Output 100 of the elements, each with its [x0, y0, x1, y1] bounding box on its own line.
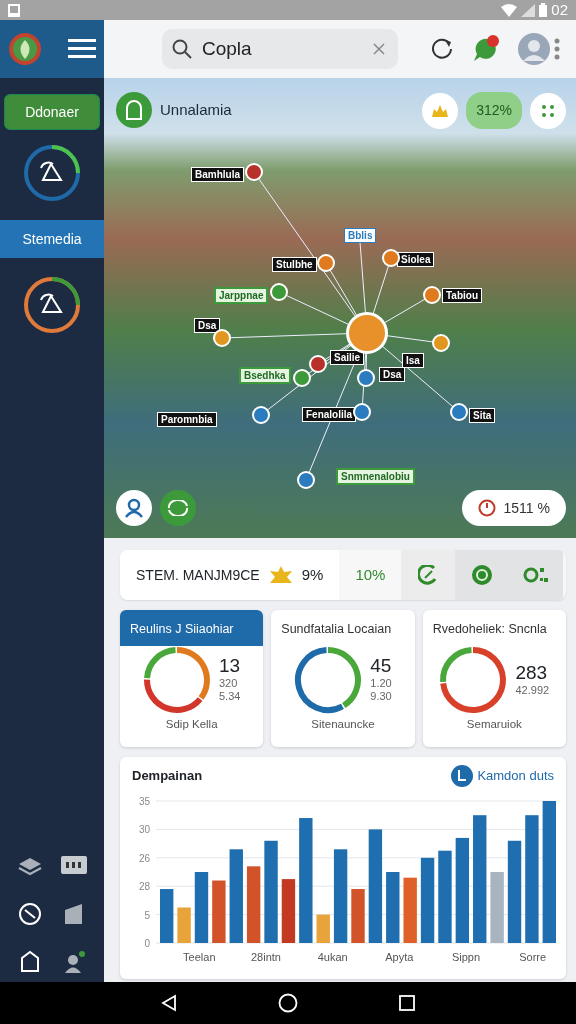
x-axis-label: 28intn: [251, 951, 281, 963]
map-pin-icon[interactable]: [213, 329, 231, 347]
metric-card[interactable]: Rvedoheliek: Sncnla 283 42.992 Semaruiok: [422, 610, 566, 747]
map-pin-icon[interactable]: [353, 403, 371, 421]
chart-bar: [316, 914, 330, 943]
pin-label[interactable]: Tabiou: [442, 288, 483, 303]
star-icon: [267, 565, 294, 585]
search-field[interactable]: Copla: [162, 29, 398, 69]
recents-icon[interactable]: [398, 994, 416, 1012]
pin-label[interactable]: Bamhlula: [191, 167, 244, 182]
card-caption: Sitenauncke: [310, 717, 376, 732]
pin-label[interactable]: Jarppnae: [214, 287, 269, 304]
pin-label[interactable]: Fenalolila: [302, 407, 357, 422]
donut-chart-drawing: [439, 646, 508, 714]
sync-icon[interactable]: [160, 490, 196, 526]
map-pin-icon[interactable]: [309, 355, 327, 373]
pin-label[interactable]: Snmnenalobiu: [336, 468, 415, 485]
pin-label[interactable]: Sailie: [330, 350, 365, 365]
sidebar-button[interactable]: Ddonaer: [4, 94, 100, 130]
chart-bar: [160, 889, 174, 943]
chart-bar: [177, 907, 191, 943]
map-pin-icon[interactable]: [245, 163, 263, 181]
hub-pin-icon[interactable]: [346, 312, 388, 354]
map-pin-icon[interactable]: [382, 249, 400, 267]
share-icon[interactable]: [509, 550, 564, 600]
card-detail: 5.34: [218, 690, 241, 704]
sidebar-item[interactable]: Stemedia: [0, 220, 104, 258]
pin-label[interactable]: Dsa: [379, 367, 406, 382]
wifi-icon: [501, 3, 518, 17]
chart-action-link[interactable]: Kamdon duts: [451, 765, 554, 787]
signal-icon: [521, 3, 536, 17]
y-tick-label: 30: [138, 824, 150, 836]
card-detail: 42.992: [515, 683, 550, 698]
x-axis-label: Sippn: [451, 951, 481, 963]
card-detail: 320: [218, 677, 239, 691]
chart-bar: [351, 889, 365, 943]
pin-label[interactable]: Paromnbia: [157, 412, 217, 427]
y-tick-label: 28: [138, 881, 150, 893]
donut-chart-drawing: [142, 646, 211, 714]
metric-card[interactable]: Reulins J Siiaohiar 13 320 5.34 Sdip Kella: [120, 610, 264, 747]
chart-action-icon: [451, 765, 474, 787]
timer-pill[interactable]: 1511 %: [461, 490, 566, 526]
pin-label[interactable]: Bsedhka: [239, 367, 291, 384]
person-search-icon[interactable]: [116, 490, 152, 526]
donut-chart-drawing: [294, 646, 363, 714]
menu-icon[interactable]: [68, 39, 96, 59]
card-caption: Semaruiok: [465, 717, 523, 732]
clock-time: 02: [551, 0, 568, 20]
layers-icon[interactable]: [17, 856, 43, 878]
chart-bar: [386, 872, 400, 943]
chart-bar: [490, 872, 504, 943]
y-tick-label: 5: [144, 909, 150, 921]
refresh-icon[interactable]: [430, 37, 454, 61]
card-title: Reulins J Siiaohiar: [120, 610, 264, 646]
x-axis-label: Sorre: [519, 951, 547, 963]
x-axis-label: 4ukan: [317, 951, 348, 963]
back-icon[interactable]: [160, 994, 178, 1012]
metric-card[interactable]: Sundfatalia Locaian 45 1.20 9.30 Sitenauncke: [271, 610, 415, 747]
pin-label[interactable]: Dsa: [194, 318, 221, 333]
user-icon[interactable]: [62, 950, 86, 974]
pin-label[interactable]: Sita: [469, 408, 496, 423]
progress-ring-icon[interactable]: [23, 276, 81, 334]
chart-bar: [194, 872, 209, 943]
card-caption: Sdip Kella: [164, 717, 219, 732]
search-icon: [171, 38, 193, 60]
home-button-icon[interactable]: [278, 993, 298, 1013]
timer-reading: 1511 %: [503, 498, 550, 518]
summary-title: STEM. MANJM9CE: [136, 565, 260, 585]
map-title: Unnalamia: [160, 99, 232, 120]
pin-label[interactable]: Siolea: [397, 252, 435, 267]
x-axis-label: Apyta: [385, 951, 414, 963]
pin-label[interactable]: Stulbhe: [272, 257, 317, 272]
apps-icon[interactable]: [530, 92, 566, 129]
leaf-logo-icon: [8, 32, 42, 66]
x-axis-label: Teelan: [183, 951, 216, 963]
pin-label[interactable]: Isa: [402, 353, 424, 368]
card-title: Rvedoheliek: Sncnla: [431, 621, 548, 638]
chart-bar: [281, 879, 296, 943]
card-title: Sundfatalia Locaian: [280, 621, 393, 638]
chart-bar: [403, 877, 417, 943]
chart-title: Dempainan: [132, 767, 203, 786]
chart-bar: [212, 880, 226, 943]
close-icon[interactable]: [372, 42, 386, 56]
timer-icon: [477, 499, 496, 517]
y-tick-label: 0: [144, 938, 150, 949]
card-detail: 1.20: [370, 677, 392, 691]
progress-ring-icon[interactable]: [23, 144, 81, 202]
battery-icon: [539, 3, 548, 17]
pin-label[interactable]: Bblis: [344, 228, 377, 243]
change-percent: 10%: [355, 564, 386, 585]
card-detail: 9.30: [370, 690, 392, 704]
notification-icon: [8, 3, 20, 17]
home-icon[interactable]: [19, 950, 41, 972]
y-tick-label: 35: [138, 796, 150, 807]
more-icon[interactable]: [554, 38, 560, 60]
rating-percent: 9%: [301, 564, 324, 585]
card-value: 283: [515, 662, 549, 684]
y-tick-label: 26: [138, 852, 150, 864]
card-value: 13: [218, 656, 241, 678]
card-value: 45: [370, 656, 392, 678]
